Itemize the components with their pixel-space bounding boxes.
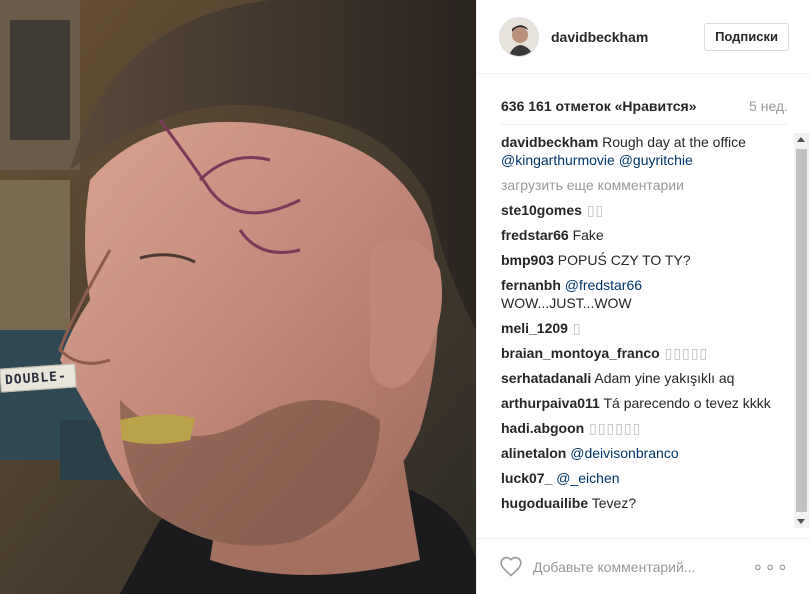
comment-text: POPUŚ CZY TO TY? [553, 252, 691, 268]
comment-text: WOW...JUST...WOW [501, 295, 632, 311]
divider [501, 124, 788, 125]
comment-item: fernanbh @fredstar66 WOW...JUST...WOW [501, 276, 777, 312]
comment-item: hugoduailibe Tevez? [501, 494, 777, 512]
comment-username[interactable]: bmp903 [501, 252, 554, 268]
comment-text: ▯▯▯▯▯▯ [584, 420, 642, 436]
post-time[interactable]: 5 нед. [749, 98, 788, 114]
comment-mention[interactable]: @fredstar66 [565, 277, 642, 293]
comments-list[interactable]: davidbeckham Rough day at the office @ki… [501, 133, 777, 528]
add-comment-input[interactable] [533, 558, 753, 575]
comment-username[interactable]: meli_1209 [501, 320, 568, 336]
more-options-icon[interactable]: ∘∘∘ [752, 558, 789, 576]
comment-username[interactable]: fredstar66 [501, 227, 569, 243]
post-photo[interactable]: DOUBLE- [0, 0, 476, 594]
post-header: davidbeckham Подписки [477, 0, 810, 74]
post-side-panel: davidbeckham Подписки 636 161 отметок «Н… [476, 0, 810, 594]
load-more-comments[interactable]: загрузить еще комментарии [501, 176, 777, 194]
caption-username[interactable]: davidbeckham [501, 134, 598, 150]
caption-mention[interactable]: @kingarthurmovie [501, 152, 615, 168]
comment-text: ▯▯▯▯▯ [659, 345, 709, 361]
comment-text: Tevez? [588, 495, 637, 511]
comment-username[interactable]: ste10gomes [501, 202, 582, 218]
comment-username[interactable]: hadi.abgoon [501, 420, 584, 436]
comment-item: ste10gomes ▯▯ [501, 201, 777, 219]
likes-count[interactable]: 636 161 отметок «Нравится» [501, 98, 697, 114]
comment-username[interactable]: braian_montoya_franco [501, 345, 660, 361]
comment-username[interactable]: arthurpaiva011 [501, 395, 600, 411]
comments-scrollbar[interactable] [794, 133, 809, 528]
username[interactable]: davidbeckham [551, 29, 704, 45]
comment-item: bmp903 POPUŚ CZY TO TY? [501, 251, 777, 269]
portrait-image [0, 0, 476, 594]
caption-text: Rough day at the office [598, 134, 746, 150]
comment-username[interactable]: alinetalon [501, 445, 566, 461]
heart-icon[interactable] [499, 555, 523, 579]
comment-item: hadi.abgoon ▯▯▯▯▯▯ [501, 419, 777, 437]
comment-item: alinetalon @deivisonbranco [501, 444, 777, 462]
comment-item: serhatadanali Adam yine yakışıklı aq [501, 369, 777, 387]
comment-text: ▯▯ [581, 202, 605, 218]
comment-text: Fake [568, 227, 604, 243]
comment-text: Tá parecendo o tevez kkkk [599, 395, 771, 411]
comment-item: braian_montoya_franco ▯▯▯▯▯ [501, 344, 777, 362]
comment-username[interactable]: serhatadanali [501, 370, 591, 386]
avatar-image [500, 17, 538, 56]
avatar[interactable] [499, 16, 539, 57]
caption: davidbeckham Rough day at the office @ki… [501, 133, 777, 169]
scroll-up-arrow-icon[interactable] [797, 137, 805, 142]
caption-mention[interactable]: @guyritchie [619, 152, 693, 168]
comment-username[interactable]: hugoduailibe [501, 495, 588, 511]
comment-item: luck07_ @_eichen [501, 469, 777, 487]
comment-rows: ste10gomes ▯▯ fredstar66 Fake bmp903 POPUŚ… [501, 201, 777, 512]
comment-item: fredstar66 Fake [501, 226, 777, 244]
comment-item: meli_1209 ▯ [501, 319, 777, 337]
scroll-down-arrow-icon[interactable] [797, 519, 805, 524]
instagram-post-modal: DOUBLE- davidbeckham Подписки 636 161 от… [0, 0, 810, 594]
comment-username[interactable]: fernanbh [501, 277, 561, 293]
comment-item: arthurpaiva011 Tá parecendo o tevez kkkk [501, 394, 777, 412]
following-button[interactable]: Подписки [704, 22, 789, 51]
post-footer: ∘∘∘ [477, 538, 810, 594]
comment-text: ▯ [567, 320, 582, 336]
post-meta: 636 161 отметок «Нравится» 5 нед. [501, 96, 788, 116]
comment-text: Adam yine yakışıklı aq [591, 370, 735, 386]
scrollbar-thumb[interactable] [796, 149, 807, 512]
comment-mention[interactable]: @deivisonbranco [570, 445, 678, 461]
comment-mention[interactable]: @_eichen [556, 470, 619, 486]
comment-username[interactable]: luck07_ [501, 470, 552, 486]
